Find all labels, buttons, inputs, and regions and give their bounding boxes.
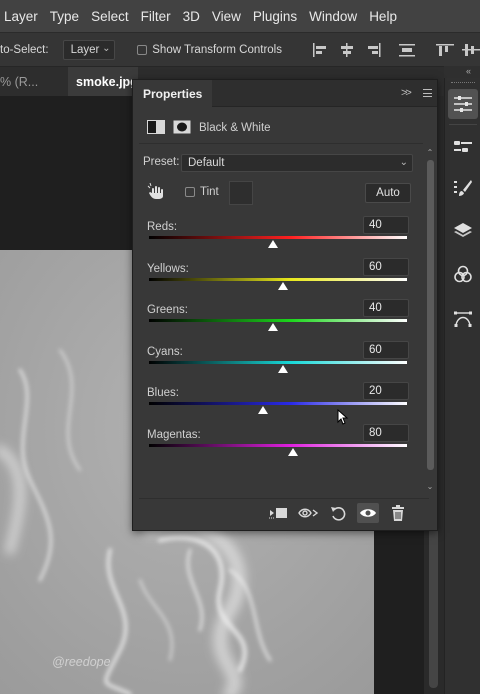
delete-icon[interactable] — [387, 503, 409, 523]
watermark-text: @reedope — [52, 655, 111, 669]
preset-value: Default — [188, 157, 225, 169]
slider-track[interactable] — [149, 236, 407, 239]
slider-thumb[interactable] — [267, 323, 278, 331]
adjustments-icon[interactable] — [448, 89, 478, 119]
slider-track[interactable] — [149, 277, 407, 281]
paths-icon[interactable] — [448, 304, 478, 334]
tint-label: Tint — [200, 186, 219, 198]
show-transform-label: Show Transform Controls — [152, 43, 282, 56]
dock-divider — [449, 124, 477, 125]
layer-mask-icon[interactable] — [173, 120, 191, 134]
slider-value-field[interactable]: 80 — [363, 423, 409, 442]
targeted-adjustment-hand-icon[interactable] — [147, 182, 165, 200]
slider-label: Blues: — [147, 387, 179, 399]
preset-label: Preset: — [143, 156, 180, 168]
menu-3d[interactable]: 3D — [183, 9, 206, 24]
auto-select-value: Layer — [70, 43, 100, 56]
slider-magentas: Magentas: 80 — [133, 423, 423, 471]
properties-panel: Properties >> Black & White Preset: Defa… — [132, 79, 438, 531]
menu-window[interactable]: Window — [309, 9, 363, 24]
tint-checkbox[interactable] — [185, 187, 195, 197]
slider-track[interactable] — [149, 402, 407, 405]
scrollbar-thumb[interactable] — [429, 528, 438, 688]
dock-grip[interactable] — [451, 82, 475, 85]
slider-label: Cyans: — [147, 345, 183, 358]
brush-settings-icon[interactable] — [448, 173, 478, 203]
panel-menu-icon[interactable] — [423, 89, 432, 97]
panel-footer — [261, 500, 431, 526]
slider-value-field[interactable]: 60 — [363, 257, 409, 276]
mouse-cursor-icon — [337, 409, 349, 425]
panel-scrollbar[interactable]: ⌃ ⌄ — [425, 148, 435, 494]
slider-track[interactable] — [149, 360, 407, 364]
slider-value-field[interactable]: 40 — [363, 216, 409, 234]
align-left-icon[interactable] — [312, 42, 330, 57]
clip-to-layer-icon[interactable] — [267, 503, 289, 523]
collapse-panel-icon[interactable]: >> — [401, 87, 412, 99]
menu-type[interactable]: Type — [50, 9, 85, 24]
slider-label: Reds: — [147, 221, 178, 233]
tint-color-swatch[interactable] — [229, 181, 253, 205]
menu-filter[interactable]: Filter — [141, 9, 177, 24]
visibility-eye-icon[interactable] — [357, 503, 379, 523]
slider-label: Magentas: — [147, 428, 201, 441]
slider-reds: Reds: 40 — [133, 216, 423, 263]
panel-footer-divider — [139, 498, 429, 499]
auto-select-label: to-Select: — [0, 43, 49, 56]
view-previous-state-icon[interactable] — [297, 503, 319, 523]
slider-thumb[interactable] — [257, 406, 268, 414]
menu-layer[interactable]: Layer — [4, 9, 44, 24]
menu-select[interactable]: Select — [91, 9, 135, 24]
dock-handle[interactable] — [444, 66, 480, 78]
slider-thumb[interactable] — [278, 364, 289, 373]
options-bar: to-Select: Layer ⌄ Show Transform Contro… — [0, 32, 480, 66]
slider-value-field[interactable]: 60 — [363, 340, 409, 359]
slider-thumb[interactable] — [267, 240, 278, 248]
align-middle-icon[interactable] — [462, 43, 480, 57]
scroll-down-icon[interactable]: ⌄ — [425, 482, 435, 491]
menu-bar: Layer Type Select Filter 3D View Plugins… — [0, 0, 480, 32]
tab-document-1[interactable]: % (R... — [0, 67, 68, 96]
properties-panel-header: Properties >> — [133, 80, 437, 107]
chevron-down-icon: ⌄ — [399, 157, 408, 168]
tab-smoke[interactable]: smoke.jpg — [68, 67, 138, 96]
auto-button[interactable]: Auto — [365, 183, 411, 203]
reset-icon[interactable] — [327, 503, 349, 523]
black-white-adjustment-icon — [147, 120, 165, 134]
distribute-icon[interactable] — [398, 43, 416, 57]
tab-document-1-label: % (R... — [0, 74, 39, 89]
panel-divider — [139, 143, 423, 144]
layers-icon[interactable] — [448, 216, 478, 246]
slider-greens: Greens: 40 — [133, 299, 423, 346]
menu-help[interactable]: Help — [369, 9, 403, 24]
properties-tab[interactable]: Properties — [133, 80, 213, 107]
properties-title: Properties — [143, 86, 203, 101]
slider-blues: Blues: 20 — [133, 382, 423, 429]
slider-thumb[interactable] — [278, 281, 289, 290]
align-center-icon[interactable] — [338, 42, 356, 57]
chevron-down-icon: ⌄ — [102, 42, 111, 54]
align-right-icon[interactable] — [364, 42, 382, 57]
properties-icon[interactable] — [448, 131, 478, 161]
channels-icon[interactable] — [448, 259, 478, 289]
menu-plugins[interactable]: Plugins — [253, 9, 303, 24]
dock-collapse-icon[interactable]: « — [466, 66, 471, 76]
panel-scrollbar-thumb[interactable] — [427, 160, 434, 470]
slider-track[interactable] — [149, 443, 407, 447]
scroll-up-icon[interactable]: ⌃ — [425, 148, 435, 157]
slider-label: Yellows: — [147, 262, 189, 275]
tab-smoke-label: smoke.jpg — [76, 74, 138, 89]
menu-view[interactable]: View — [212, 9, 247, 24]
preset-dropdown[interactable]: Default ⌄ — [181, 154, 413, 172]
slider-thumb[interactable] — [288, 447, 299, 456]
adjustment-name: Black & White — [199, 122, 271, 134]
right-dock — [444, 78, 480, 694]
show-transform-checkbox[interactable] — [137, 44, 148, 55]
slider-label: Greens: — [147, 304, 188, 316]
slider-value-field[interactable]: 40 — [363, 299, 409, 317]
auto-select-dropdown[interactable]: Layer ⌄ — [62, 39, 116, 60]
slider-track[interactable] — [149, 319, 407, 322]
align-top-icon[interactable] — [436, 43, 454, 57]
slider-value-field[interactable]: 20 — [363, 382, 409, 400]
